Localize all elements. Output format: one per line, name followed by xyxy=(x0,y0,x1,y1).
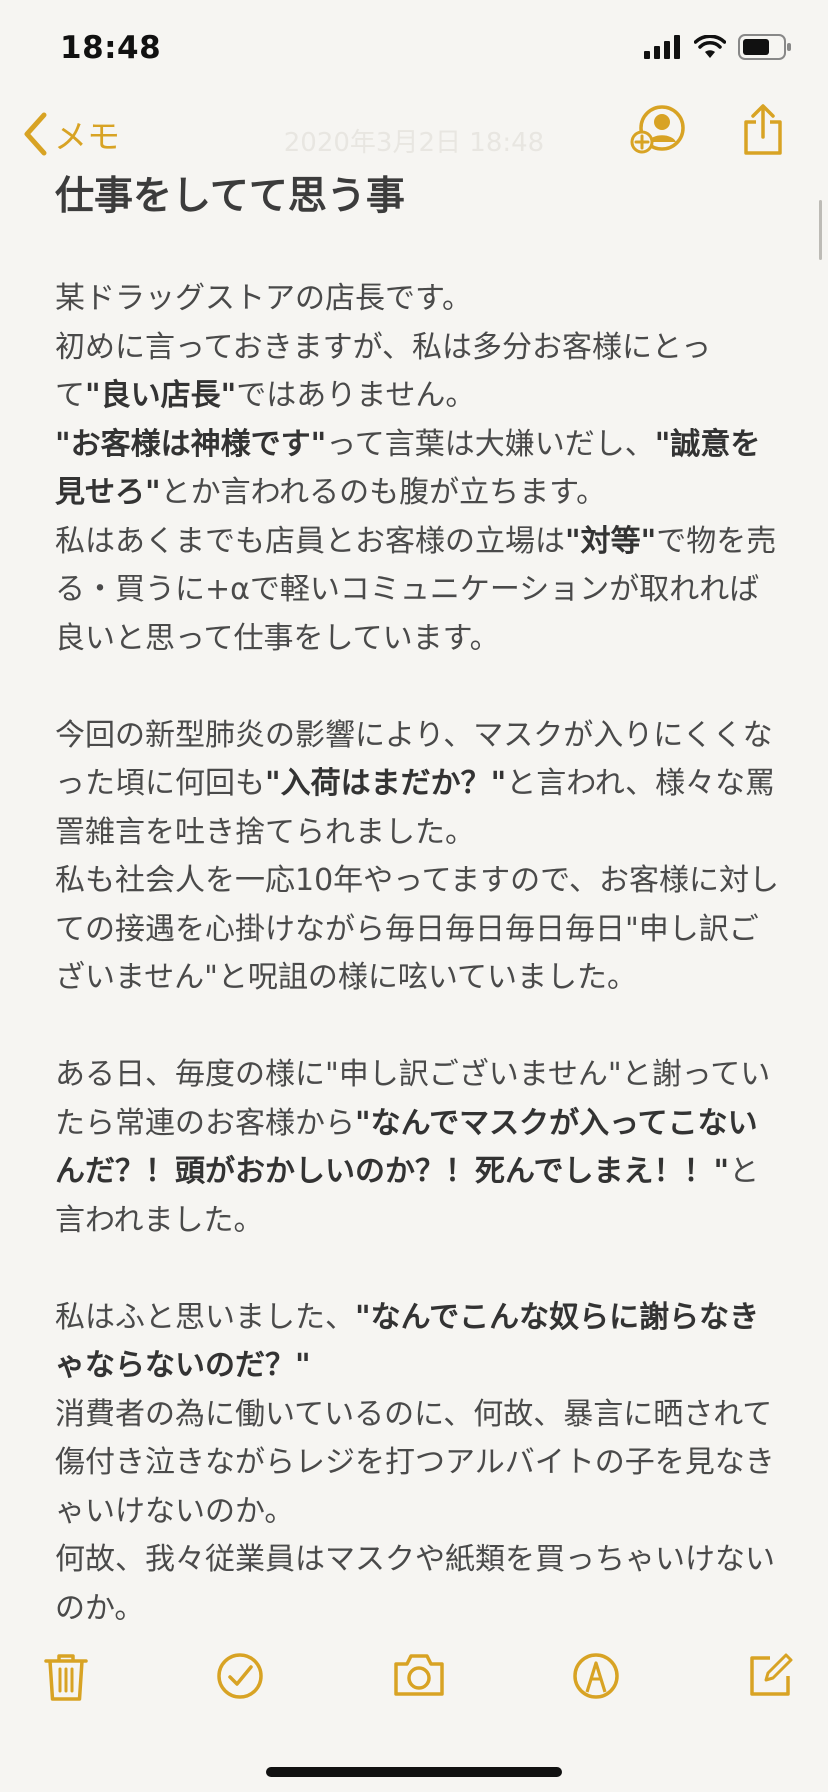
note-title[interactable]: 仕事をしてて思う事 xyxy=(55,170,785,224)
scroll-indicator[interactable] xyxy=(819,200,822,260)
note-paragraph: ある日、毎度の様に"申し訳ございません"と謝っていたら常連のお客様から"なんでマ… xyxy=(55,1051,785,1245)
bold-text: "良い店長" xyxy=(85,378,237,413)
status-bar: 18:48 xyxy=(0,0,828,100)
bold-text: "お客様は神様です" xyxy=(55,426,327,462)
delete-button[interactable] xyxy=(44,1652,88,1706)
text-run: って言葉は大嫌いだし、 xyxy=(326,426,655,462)
note-paragraph: 何故、我々従業員はマスクや紙類を買っちゃいけないのか。 xyxy=(55,1536,785,1633)
note-paragraph: 某ドラッグストアの店長です。 xyxy=(55,275,785,324)
share-icon xyxy=(744,104,782,155)
text-run: とか言われるのも腹が立ちます。 xyxy=(160,475,607,510)
add-person-icon xyxy=(630,105,685,154)
status-time: 18:48 xyxy=(60,30,162,66)
note-date: 2020年3月2日 18:48 xyxy=(283,128,545,158)
camera-icon xyxy=(394,1654,444,1696)
note-paragraph: 初めに言っておきますが、私は多分お客様にとって"良い店長"ではありません。 xyxy=(55,324,785,421)
bottom-toolbar xyxy=(0,1640,828,1720)
battery-icon xyxy=(738,34,791,60)
note-paragraph: 消費者の為に働いているのに、何故、暴言に晒されて傷付き泣きながらレジを打つアルバ… xyxy=(55,1391,785,1537)
text-run: 何故、我々従業員はマスクや紙類を買っちゃいけないのか。 xyxy=(55,1542,775,1626)
wifi-icon xyxy=(694,35,726,58)
add-person-button[interactable] xyxy=(630,104,686,160)
markup-button[interactable] xyxy=(572,1652,620,1704)
checklist-button[interactable] xyxy=(216,1652,264,1704)
note-body[interactable]: 某ドラッグストアの店長です。初めに言っておきますが、私は多分お客様にとって"良い… xyxy=(55,275,785,1633)
status-icons xyxy=(644,34,792,60)
nav-bar: メモ 2020年3月2日 18:48 xyxy=(0,100,828,170)
bold-text: "対等" xyxy=(565,523,657,559)
text-run: 消費者の為に働いているのに、何故、暴言に晒されて傷付き泣きながらレジを打つアルバ… xyxy=(55,1396,775,1529)
note-paragraph: 今回の新型肺炎の影響により、マスクが入りにくくなった頃に何回も"入荷はまだか？"… xyxy=(55,712,785,858)
signal-icon xyxy=(644,35,680,59)
trash-icon xyxy=(44,1654,88,1701)
note-paragraph: "お客様は神様です"って言葉は大嫌いだし、"誠意を見せろ"とか言われるのも腹が立… xyxy=(55,421,785,518)
home-indicator[interactable] xyxy=(266,1767,562,1777)
compose-button[interactable] xyxy=(748,1652,794,1702)
note-paragraph: 私はふと思いました、"なんでこんな奴らに謝らなきゃならないのだ？" xyxy=(55,1294,785,1391)
camera-button[interactable] xyxy=(392,1652,446,1702)
text-run: 私はあくまでも店員とお客様の立場は xyxy=(55,523,565,559)
share-button[interactable] xyxy=(742,104,784,160)
text-run: 私はふと思いました、 xyxy=(55,1299,355,1335)
bold-text: "入荷はまだか？" xyxy=(265,766,507,801)
markup-icon xyxy=(573,1653,619,1699)
text-run: ではありません。 xyxy=(236,378,476,413)
note-paragraph: 私も社会人を一応10年やってますので、お客様に対しての接遇を心掛けながら毎日毎日… xyxy=(55,857,785,1003)
compose-icon xyxy=(750,1653,793,1696)
text-run: 私も社会人を一応10年やってますので、お客様に対しての接遇を心掛けながら毎日毎日… xyxy=(55,863,779,995)
text-run: 某ドラッグストアの店長です。 xyxy=(55,281,472,316)
checklist-icon xyxy=(217,1653,263,1699)
note-paragraph: 私はあくまでも店員とお客様の立場は"対等"で物を売る・買うに+αで軽いコミュニケ… xyxy=(55,518,785,664)
